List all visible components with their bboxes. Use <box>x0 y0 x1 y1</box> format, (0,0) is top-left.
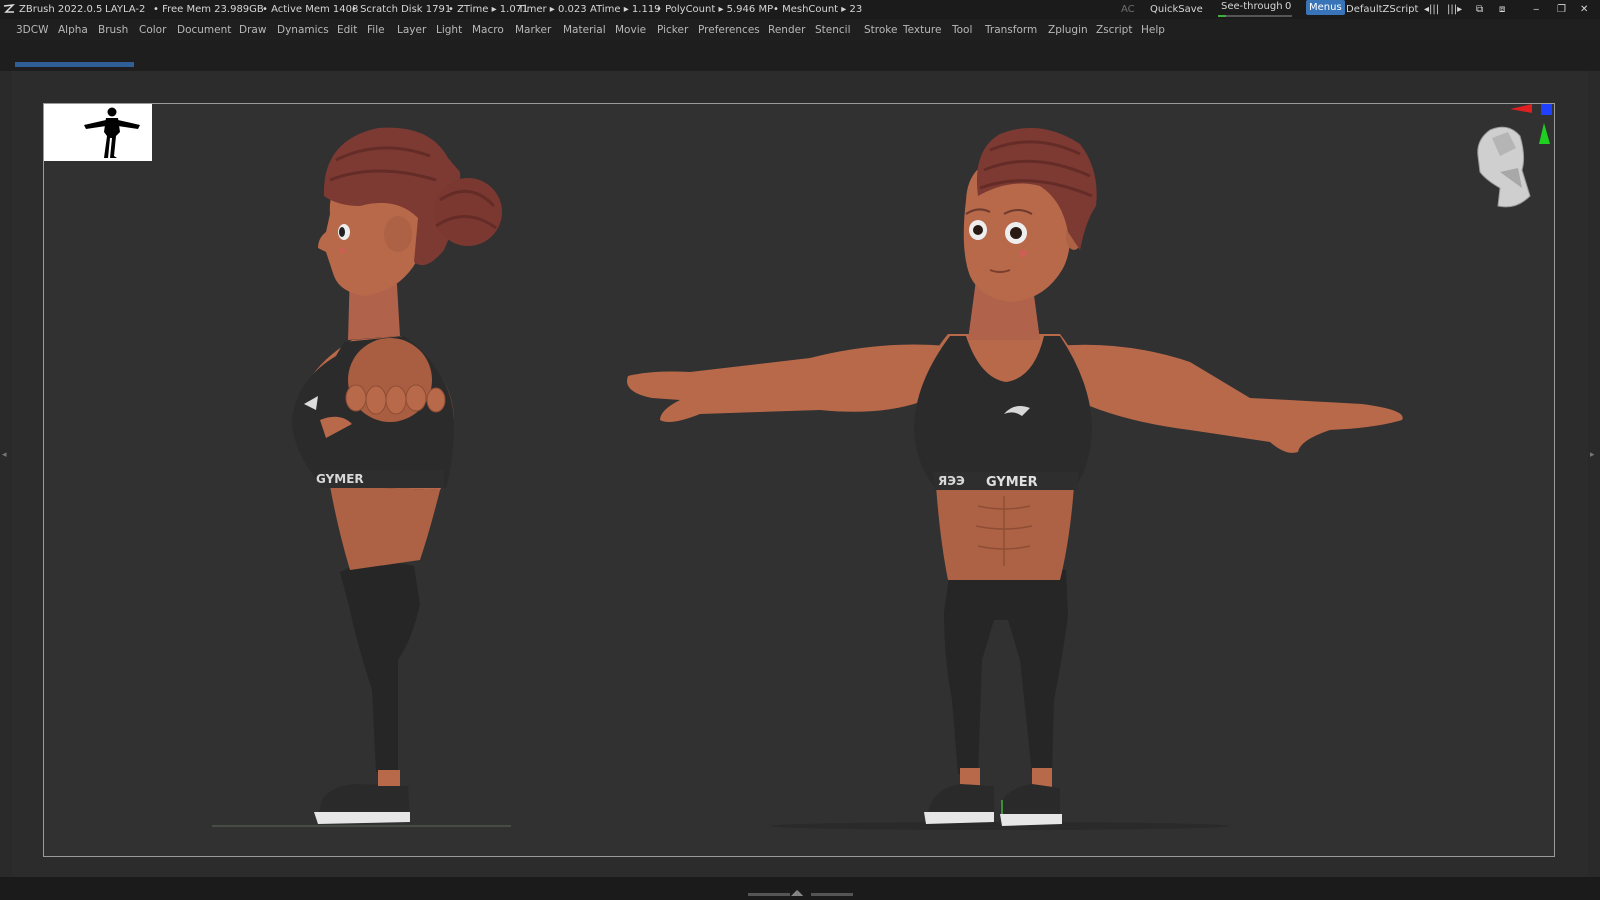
bottom-tray-toggle-icon[interactable]: ◢◣ <box>791 889 803 897</box>
side-top-text: GYMER <box>316 472 364 486</box>
navigation-head-icon <box>1477 126 1531 208</box>
character-front-view: ЯЭЭ GYMER <box>627 127 1403 826</box>
character-side-view: GYMER <box>292 127 502 824</box>
floor-shadow-right <box>770 822 1230 830</box>
front-top-text: GYMER <box>986 475 1038 490</box>
front-top-prefix: ЯЭЭ <box>938 474 965 488</box>
viewport-render: GYMER ЯЭЭ GYMER <box>212 104 1552 830</box>
bottom-tray-handle-right[interactable] <box>811 893 853 896</box>
bottom-tray-handle-left[interactable] <box>748 893 790 896</box>
